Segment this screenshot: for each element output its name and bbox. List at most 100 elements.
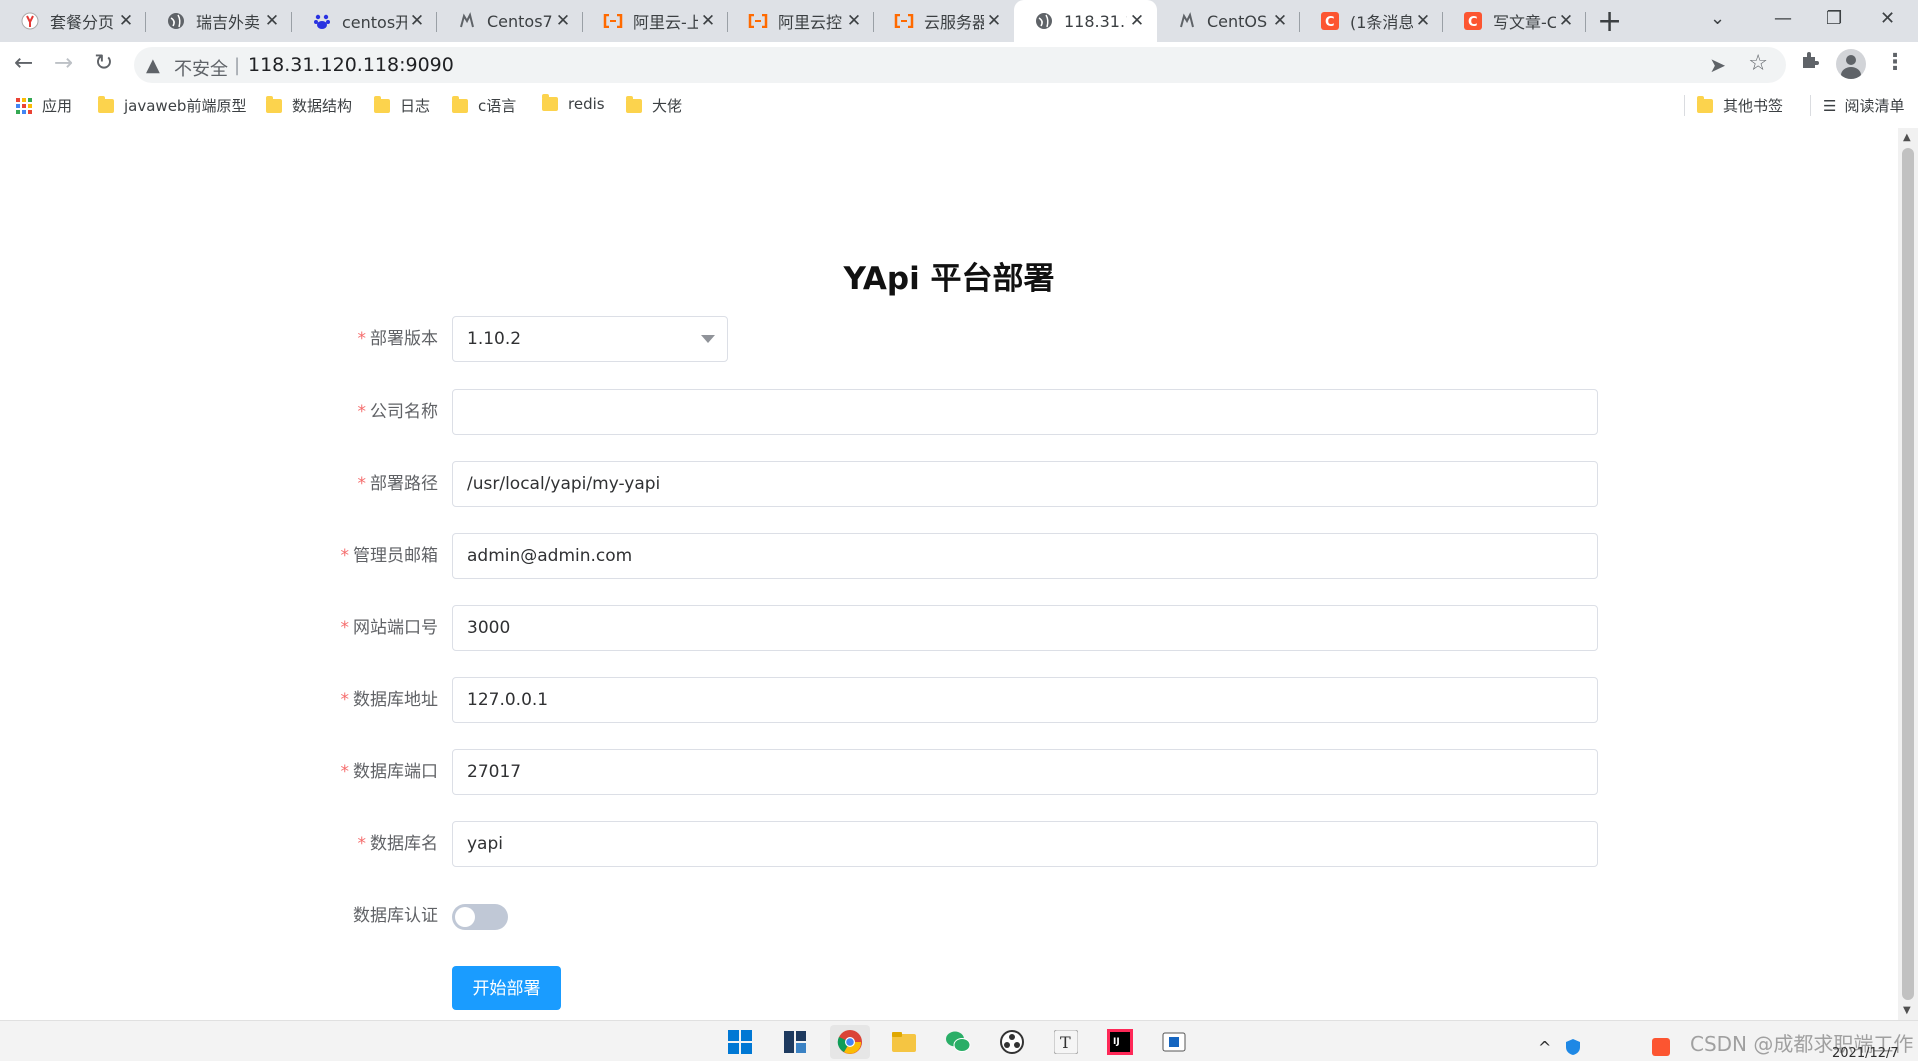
reading-list[interactable]: ☰ 阅读清单: [1810, 95, 1904, 116]
close-icon[interactable]: ✕: [1556, 11, 1576, 31]
tab-8[interactable]: CentOS ✕: [1157, 0, 1300, 42]
page-title: YApi 平台部署: [843, 261, 1055, 297]
required-mark: *: [340, 546, 350, 566]
tab-title: 写文章-C: [1493, 13, 1556, 32]
db-port-input[interactable]: [452, 749, 1598, 795]
minimize-button[interactable]: —: [1774, 8, 1792, 29]
tray-expand-icon[interactable]: ^: [1538, 1038, 1551, 1057]
tab-9[interactable]: C (1条消息 ✕: [1300, 0, 1443, 42]
close-icon[interactable]: ✕: [407, 11, 427, 31]
reading-list-label: 阅读清单: [1844, 97, 1905, 115]
admin-email-input[interactable]: [452, 533, 1598, 579]
chrome-icon[interactable]: [830, 1025, 870, 1059]
deploy-path-input[interactable]: [452, 461, 1598, 507]
aliyun-icon: [894, 11, 914, 31]
bookmark-star-icon[interactable]: ☆: [1748, 51, 1768, 76]
back-button[interactable]: ←: [14, 50, 33, 76]
tab-1[interactable]: 瑞吉外卖 ✕: [146, 0, 292, 42]
warning-icon[interactable]: ▲: [146, 55, 160, 76]
required-mark: *: [357, 834, 367, 854]
company-name-input[interactable]: [452, 389, 1598, 435]
github-octocat-icon: [457, 11, 477, 31]
vm-icon[interactable]: [1154, 1025, 1194, 1059]
windows-start-icon[interactable]: [720, 1025, 760, 1059]
close-icon[interactable]: ✕: [116, 11, 136, 31]
scroll-up-icon[interactable]: ▲: [1903, 132, 1911, 143]
profile-avatar[interactable]: [1836, 49, 1866, 79]
more-menu-icon[interactable]: ⋮: [1884, 50, 1906, 75]
bookmark-folder[interactable]: 日志: [374, 95, 430, 116]
db-name-input[interactable]: [452, 821, 1598, 867]
new-tab-button[interactable]: +: [1597, 4, 1622, 39]
bookmark-folder[interactable]: javaweb前端原型: [98, 95, 246, 116]
tab-2[interactable]: centos开 ✕: [292, 0, 437, 42]
send-tab-icon[interactable]: ➤: [1709, 53, 1726, 77]
typora-icon[interactable]: T: [1046, 1025, 1086, 1059]
address-bar[interactable]: ▲ 不安全 | 118.31.120.118:9090 ➤ ☆: [134, 47, 1786, 83]
bookmark-folder[interactable]: 数据结构: [266, 95, 352, 116]
tab-title: 套餐分页: [50, 13, 115, 32]
csdn-icon: C: [1463, 11, 1483, 31]
tab-4[interactable]: 阿里云-上 ✕: [583, 0, 728, 42]
tab-search-icon[interactable]: ⌄: [1710, 8, 1725, 29]
form-row-submit: 开始部署: [0, 966, 1600, 1012]
site-port-input[interactable]: [452, 605, 1598, 651]
form-row-db-auth: 数据库认证: [0, 893, 1600, 939]
close-icon[interactable]: ✕: [698, 11, 718, 31]
bookmark-folder[interactable]: redis: [542, 94, 605, 113]
reading-list-icon: ☰: [1823, 96, 1837, 115]
tab-6[interactable]: 云服务器 ✕: [874, 0, 1014, 42]
url-text[interactable]: 118.31.120.118:9090: [248, 54, 454, 76]
tab-7[interactable]: 118.31.1 ✕: [1014, 0, 1157, 42]
security-shield-icon[interactable]: [1564, 1038, 1582, 1060]
scrollbar-thumb[interactable]: [1902, 148, 1914, 1000]
close-icon[interactable]: ✕: [1127, 11, 1147, 31]
folder-icon: [266, 95, 282, 113]
form-row-db-host: * 数据库地址: [0, 677, 1600, 723]
close-icon[interactable]: ✕: [553, 11, 573, 31]
db-host-input[interactable]: [452, 677, 1598, 723]
scroll-down-icon[interactable]: ▼: [1903, 1005, 1911, 1016]
obs-icon[interactable]: [992, 1025, 1032, 1059]
tab-10[interactable]: C 写文章-C ✕: [1443, 0, 1586, 42]
tab-0[interactable]: 套餐分页 ✕: [0, 0, 146, 42]
required-mark: *: [340, 618, 350, 638]
close-icon[interactable]: ✕: [1270, 11, 1290, 31]
close-icon[interactable]: ✕: [262, 11, 282, 31]
other-bookmarks[interactable]: 其他书签: [1684, 95, 1783, 116]
task-view-icon[interactable]: [775, 1025, 815, 1059]
wechat-icon[interactable]: [938, 1025, 978, 1059]
folder-icon: [1697, 95, 1713, 113]
vertical-scrollbar[interactable]: ▲ ▼: [1898, 128, 1918, 1020]
required-mark: *: [340, 762, 350, 782]
security-label[interactable]: 不安全: [174, 55, 228, 81]
form-row-db-name: * 数据库名: [0, 821, 1600, 867]
restore-button[interactable]: ❐: [1826, 8, 1842, 29]
tab-3[interactable]: Centos7 ✕: [437, 0, 583, 42]
bookmark-label: redis: [568, 95, 605, 113]
bookmark-folder[interactable]: 大佬: [626, 95, 682, 116]
field-label: * 部署版本: [357, 329, 439, 349]
baidu-icon: [312, 11, 332, 31]
tab-title: 云服务器: [924, 13, 984, 32]
browser-toolbar: ← → ↻ ▲ 不安全 | 118.31.120.118:9090 ➤ ☆ ⋮: [0, 42, 1918, 87]
bookmark-apps[interactable]: 应用: [16, 95, 72, 116]
bookmark-folder[interactable]: c语言: [452, 95, 516, 116]
close-window-button[interactable]: ✕: [1880, 8, 1895, 29]
db-auth-switch[interactable]: [452, 904, 508, 930]
folder-icon: [542, 94, 558, 111]
intellij-icon[interactable]: IJ: [1100, 1025, 1140, 1059]
forward-button[interactable]: →: [54, 50, 73, 76]
page-content: YApi 平台部署 *部署版本 1.10.2 *公司名称 *部署路径 *管理员邮…: [0, 128, 1898, 1020]
extensions-icon[interactable]: [1800, 50, 1820, 76]
version-select[interactable]: 1.10.2: [452, 316, 728, 362]
reload-button[interactable]: ↻: [94, 50, 113, 76]
close-icon[interactable]: ✕: [1413, 11, 1433, 31]
close-icon[interactable]: ✕: [844, 11, 864, 31]
close-icon[interactable]: ✕: [984, 11, 1004, 31]
clock-date[interactable]: 2021/12/7: [1832, 1046, 1899, 1061]
tab-5[interactable]: 阿里云控 ✕: [728, 0, 874, 42]
csdn-tray-icon[interactable]: [1652, 1038, 1670, 1060]
file-explorer-icon[interactable]: [884, 1025, 924, 1059]
start-deploy-button[interactable]: 开始部署: [452, 966, 561, 1010]
